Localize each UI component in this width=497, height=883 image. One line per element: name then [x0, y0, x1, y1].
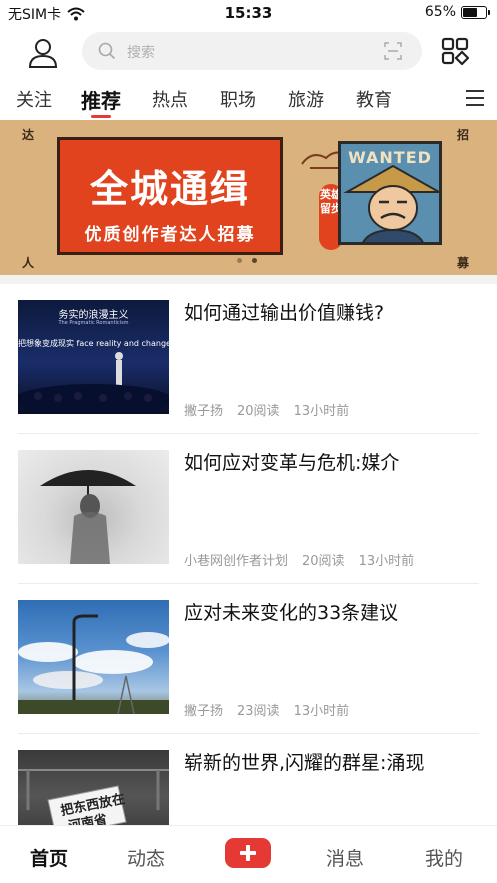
- carousel-dot: [237, 258, 242, 263]
- banner-corner-tr: 招: [457, 128, 470, 142]
- apps-grid-icon[interactable]: [441, 37, 469, 65]
- banner-corner-br: 募: [457, 256, 470, 270]
- article-time: 13小时前: [293, 404, 350, 419]
- banner-headline-box: 全城通缉 优质创作者达人招募: [57, 137, 283, 255]
- wanted-poster: WANTED: [338, 141, 442, 245]
- section-divider: [0, 275, 497, 284]
- article-meta: 撇子扬 20阅读 13小时前: [184, 400, 349, 419]
- battery-icon: [461, 5, 490, 19]
- article-thumbnail: [18, 450, 169, 564]
- article-title: 崭新的世界,闪耀的群星:涌现: [184, 752, 425, 774]
- tab-follow[interactable]: 关注: [16, 86, 52, 112]
- article-thumbnail: 务实的浪漫主义 The Pragmatic Romanticism 把想象变成现…: [18, 300, 169, 414]
- tab-travel[interactable]: 旅游: [288, 86, 324, 112]
- article-item[interactable]: 应对未来变化的33条建议 撇子扬 23阅读 13小时前: [0, 584, 497, 734]
- article-reads: 20阅读: [302, 554, 345, 569]
- banner-title: 全城通缉: [89, 167, 250, 211]
- banner-corner-tl: 达: [22, 128, 35, 142]
- tab-workplace[interactable]: 职场: [220, 86, 256, 112]
- article-title: 应对未来变化的33条建议: [184, 602, 399, 624]
- stage-illustration: [18, 352, 169, 414]
- create-post-button[interactable]: [225, 838, 271, 868]
- category-tabs: 关注 推荐 热点 职场 旅游 教育: [0, 78, 497, 120]
- tab-hot[interactable]: 热点: [152, 86, 188, 112]
- article-reads: 23阅读: [237, 704, 280, 719]
- article-meta: 小巷网创作者计划 20阅读 13小时前: [184, 550, 414, 569]
- banner-subtitle: 优质创作者达人招募: [84, 225, 256, 245]
- article-reads: 20阅读: [237, 404, 280, 419]
- article-author[interactable]: 小巷网创作者计划: [184, 550, 288, 569]
- article-thumbnail: [18, 600, 169, 714]
- search-bar[interactable]: 搜索: [82, 32, 422, 70]
- article-title: 如何通过输出价值赚钱?: [184, 302, 385, 324]
- clock: 15:33: [224, 4, 273, 22]
- carousel-indicator: [237, 258, 257, 263]
- nav-mine[interactable]: 我的: [425, 844, 463, 871]
- search-placeholder: 搜索: [127, 45, 155, 61]
- bottom-navigation: 首页 动态 消息 我的: [0, 825, 497, 883]
- nav-home[interactable]: 首页: [30, 844, 68, 871]
- article-item[interactable]: 如何应对变革与危机:媒介 小巷网创作者计划 20阅读 13小时前: [0, 434, 497, 584]
- header: 搜索: [0, 26, 497, 76]
- article-time: 13小时前: [293, 704, 350, 719]
- battery-percent: 65%: [424, 4, 456, 20]
- scan-icon[interactable]: [384, 42, 402, 60]
- search-icon: [98, 42, 116, 60]
- status-bar: 无SIM卡 15:33 65%: [0, 0, 497, 26]
- banner-corner-bl: 人: [22, 256, 35, 270]
- article-item[interactable]: 务实的浪漫主义 The Pragmatic Romanticism 把想象变成现…: [0, 284, 497, 434]
- character-illustration: [343, 164, 439, 242]
- battery-group: 65%: [424, 4, 490, 20]
- article-title: 如何应对变革与危机:媒介: [184, 452, 400, 474]
- sky-streetlamp-illustration: [18, 614, 169, 714]
- tab-menu-icon[interactable]: [466, 90, 484, 106]
- article-meta: 撇子扬 23阅读 13小时前: [184, 700, 349, 719]
- article-author[interactable]: 撇子扬: [184, 400, 223, 419]
- article-time: 13小时前: [358, 554, 415, 569]
- carousel-dot-active: [252, 258, 257, 263]
- promo-banner[interactable]: 达 招 人 募 全城通缉 优质创作者达人招募 英雄留步 WANTED: [0, 120, 497, 275]
- nav-feed[interactable]: 动态: [127, 844, 165, 871]
- tab-education[interactable]: 教育: [356, 86, 392, 112]
- active-tab-indicator: [91, 115, 111, 118]
- user-profile-icon[interactable]: [26, 36, 60, 70]
- nav-messages[interactable]: 消息: [326, 844, 364, 871]
- article-author[interactable]: 撇子扬: [184, 700, 223, 719]
- tab-recommended[interactable]: 推荐: [81, 85, 121, 114]
- umbrella-figure-illustration: [40, 470, 136, 564]
